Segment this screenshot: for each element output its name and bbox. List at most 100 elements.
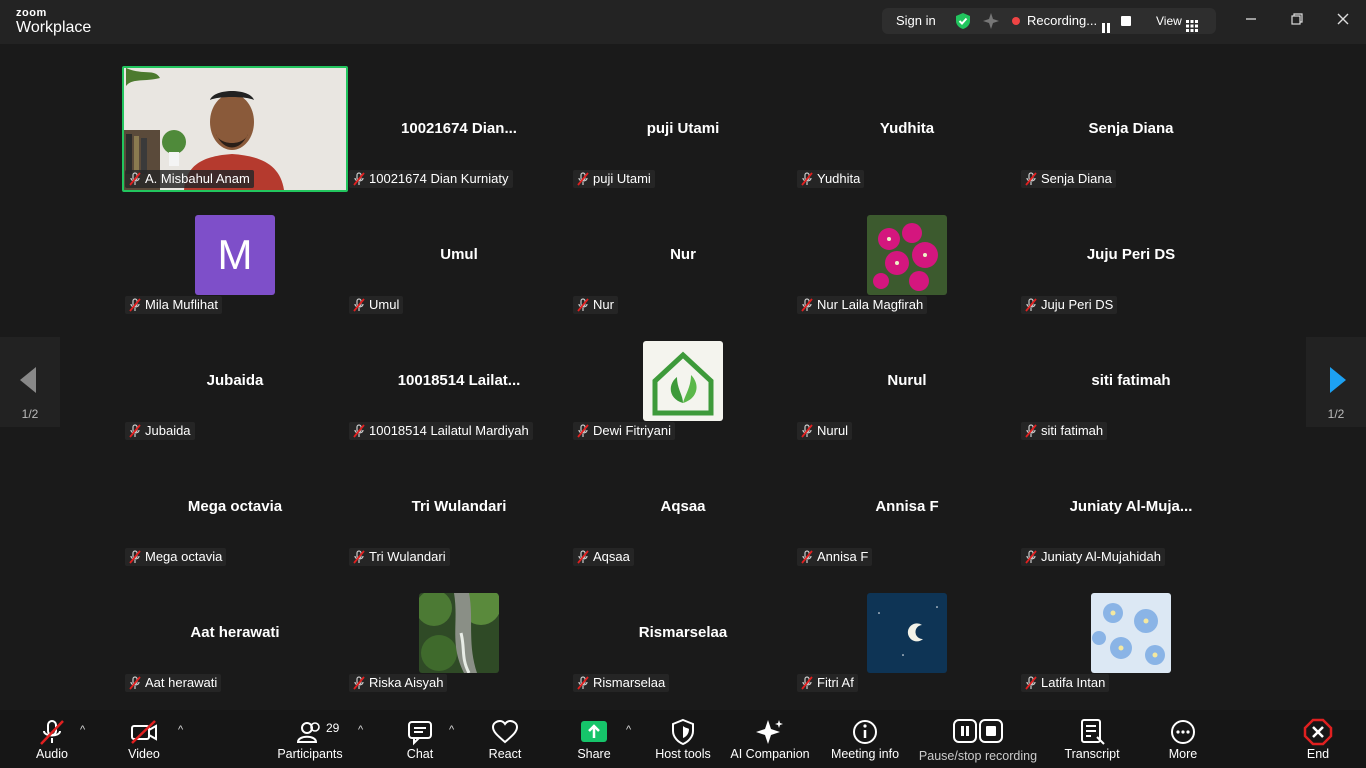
shield-check-icon[interactable] [954,12,972,30]
participant-name: Jubaida [145,423,191,438]
participant-tile[interactable]: Jubaida Jubaida [122,318,348,444]
microphone-muted-icon [1024,298,1038,312]
share-button[interactable]: Share [570,710,618,768]
participant-name: Latifa Intan [1041,675,1106,690]
microphone-muted-icon [800,298,814,312]
arrow-right-icon [1330,367,1346,393]
participant-tile[interactable]: Latifa Intan [1018,570,1244,696]
participant-tile[interactable]: Juju Peri DS Juju Peri DS [1018,192,1244,318]
microphone-muted-icon [40,720,64,745]
grid-view-icon[interactable] [1186,15,1198,32]
microphone-muted-icon [1024,550,1038,564]
participant-name: Mila Muflihat [145,297,218,312]
restore-icon[interactable] [1282,8,1312,34]
close-icon[interactable] [1328,8,1358,34]
end-meeting-button[interactable]: End [1294,710,1342,768]
participant-name: Annisa F [817,549,869,564]
transcript-icon [1081,719,1105,745]
participant-tile[interactable]: Juniaty Al-Muja... Juniaty Al-Mujahidah [1018,444,1244,570]
participant-tile[interactable]: Nur Laila Magfirah [794,192,1020,318]
react-button[interactable]: React [478,710,532,768]
participant-tile[interactable]: Mega octavia Mega octavia [122,444,348,570]
meeting-info-button[interactable]: Meeting info [828,710,902,768]
participant-tile[interactable]: 10018514 Lailat... 10018514 Lailatul Mard… [346,318,572,444]
participant-name-label: Mega octavia [125,548,227,566]
audio-options-chevron-icon[interactable]: ^ [80,724,85,736]
participant-display-name: Jubaida [206,372,264,389]
previous-page-button[interactable]: 1/2 [0,337,60,427]
pause-stop-recording-button[interactable]: Pause/stop recording [918,710,1038,768]
participant-tile[interactable]: Umul Umul [346,192,572,318]
participants-icon [296,722,320,743]
participant-tile[interactable]: Annisa F Annisa F [794,444,1020,570]
video-button[interactable]: Video [114,710,174,768]
participant-name: Dewi Fitriyani [593,423,672,438]
minimize-icon[interactable] [1236,8,1266,34]
participant-name-label: Yudhita [797,170,865,188]
participant-name-label: Annisa F [797,548,873,566]
participant-tile[interactable]: Nurul Nurul [794,318,1020,444]
participant-tile[interactable]: Tri Wulandari Tri Wulandari [346,444,572,570]
participant-name: 10021674 Dian Kurniaty [369,171,509,186]
status-pill: Sign in Recording... View [882,8,1216,34]
participant-name: Riska Aisyah [369,675,444,690]
microphone-muted-icon [128,676,142,690]
participants-options-chevron-icon[interactable]: ^ [358,724,363,736]
participant-tile[interactable]: Rismarselaa Rismarselaa [570,570,796,696]
pause-icon[interactable] [1101,16,1111,33]
participants-button[interactable]: 29 Participants [272,710,348,768]
participant-name-label: Umul [349,296,404,314]
recording-status[interactable]: Recording... [1027,8,1097,34]
participant-name-label: siti fatimah [1021,422,1108,440]
participant-display-name: Rismarselaa [638,624,728,641]
participant-tile[interactable]: 10021674 Dian... 10021674 Dian Kurniaty [346,66,572,192]
participant-display-name: puji Utami [646,120,720,137]
participant-tile[interactable]: Senja Diana Senja Diana [1018,66,1244,192]
stop-icon[interactable] [1121,16,1131,26]
participant-tile[interactable]: A. Misbahul Anam [122,66,348,192]
participant-name: siti fatimah [1041,423,1104,438]
more-button[interactable]: More [1156,710,1210,768]
participant-name: Tri Wulandari [369,549,446,564]
shield-icon [672,718,694,746]
record-dot-icon [1012,17,1020,25]
meeting-toolbar: Audio ^ Video ^ 29 Participants ^ Chat ^… [0,710,1366,768]
microphone-muted-icon [576,298,590,312]
next-page-button[interactable]: 1/2 [1306,337,1366,427]
microphone-muted-icon [800,550,814,564]
view-button[interactable]: View [1156,8,1182,34]
participant-display-name: Yudhita [879,120,935,137]
sign-in-link[interactable]: Sign in [896,8,936,34]
participant-display-name: Aat herawati [190,624,280,641]
chat-button[interactable]: Chat [394,710,446,768]
host-tools-button[interactable]: Host tools [652,710,714,768]
participant-tile[interactable]: Dewi Fitriyani [570,318,796,444]
ai-companion-button[interactable]: AI Companion [728,710,812,768]
chat-icon [408,721,432,746]
sparkle-icon[interactable] [982,12,1000,30]
video-options-chevron-icon[interactable]: ^ [178,724,183,736]
microphone-muted-icon [576,676,590,690]
participant-tile[interactable]: puji Utami puji Utami [570,66,796,192]
participant-tile[interactable]: siti fatimah siti fatimah [1018,318,1244,444]
microphone-muted-icon [352,676,366,690]
title-bar: zoom Workplace Sign in Recording... View [0,0,1366,44]
participant-tile[interactable]: Fitri Af [794,570,1020,696]
participant-tile[interactable]: M Mila Muflihat [122,192,348,318]
microphone-muted-icon [352,172,366,186]
audio-label: Audio [36,747,68,761]
participant-name-label: Nur Laila Magfirah [797,296,928,314]
chat-options-chevron-icon[interactable]: ^ [449,724,454,736]
more-icon [1171,720,1195,744]
participant-tile[interactable]: Aqsaa Aqsaa [570,444,796,570]
participant-name-label: Riska Aisyah [349,674,448,692]
share-options-chevron-icon[interactable]: ^ [626,724,631,736]
participant-tile[interactable]: Aat herawati Aat herawati [122,570,348,696]
transcript-button[interactable]: Transcript [1060,710,1124,768]
participant-tile[interactable]: Yudhita Yudhita [794,66,1020,192]
audio-button[interactable]: Audio [22,710,82,768]
share-label: Share [577,747,611,761]
participant-tile[interactable]: Nur Nur [570,192,796,318]
participant-tile[interactable]: Riska Aisyah [346,570,572,696]
participants-count: 29 [326,721,340,735]
